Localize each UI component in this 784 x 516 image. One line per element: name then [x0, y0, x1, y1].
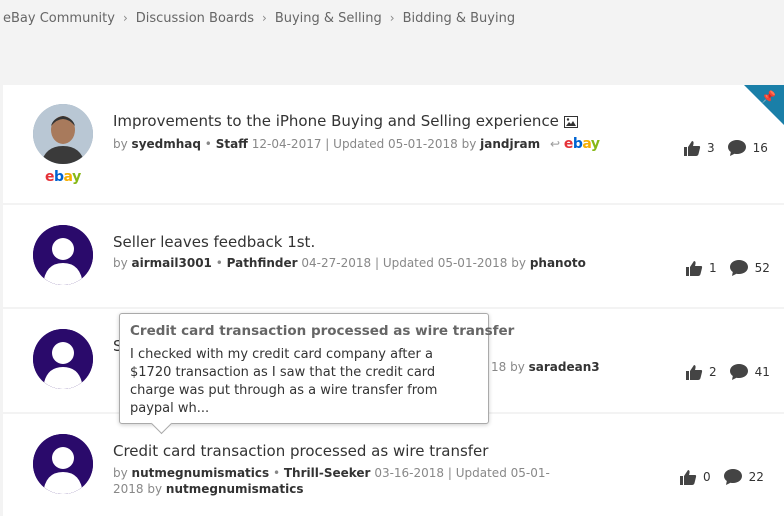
reply-arrow-icon: ↩ — [549, 137, 561, 151]
reply-count: 22 — [748, 470, 764, 484]
thread-meta: by nutmegnumismatics • Thrill-Seeker 03-… — [113, 466, 550, 496]
comment-icon[interactable] — [727, 139, 747, 157]
reply-count: 41 — [754, 365, 770, 379]
thumbs-up-icon[interactable] — [685, 364, 703, 380]
last-user-link[interactable]: nutmegnumismatics — [166, 482, 304, 496]
default-avatar-icon — [33, 329, 93, 389]
thread-title[interactable]: Seller leaves feedback 1st. — [113, 233, 315, 251]
thumbs-up-icon[interactable] — [679, 469, 697, 485]
tooltip-body: I checked with my credit card company af… — [130, 347, 438, 416]
like-count: 3 — [707, 141, 715, 155]
thread-stats: 3 16 — [683, 139, 768, 157]
image-icon — [563, 115, 578, 128]
post-date: 12-04-2017 — [251, 137, 322, 151]
thread-row: Seller leaves feedback 1st. by airmail30… — [3, 205, 784, 307]
author-link[interactable]: airmail3001 — [132, 256, 212, 270]
last-user-link[interactable]: jandjram — [480, 137, 540, 151]
author-rank: Thrill-Seeker — [283, 466, 371, 480]
comment-icon[interactable] — [729, 259, 749, 277]
author-link[interactable]: syedmhaq — [132, 137, 201, 151]
reply-count: 16 — [752, 141, 768, 155]
thread-meta: by syedmhaq • Staff 12-04-2017 | Updated… — [113, 136, 600, 152]
like-count: 0 — [703, 470, 711, 484]
comment-icon[interactable] — [729, 363, 749, 381]
avatar[interactable] — [33, 434, 93, 494]
author-rank: Pathfinder — [226, 256, 298, 270]
avatar[interactable] — [33, 104, 93, 164]
last-user-link[interactable]: phanoto — [530, 256, 586, 270]
breadcrumb-item-bidding-buying[interactable]: Bidding & Buying — [403, 11, 516, 26]
ebay-logo-icon: ebay — [45, 169, 81, 185]
thread-stats: 2 41 — [685, 363, 770, 381]
like-count: 2 — [709, 365, 717, 379]
ebay-logo-icon: ebay — [563, 136, 600, 152]
breadcrumb-item-buying-selling[interactable]: Buying & Selling — [275, 11, 382, 26]
default-avatar-icon — [33, 225, 93, 285]
breadcrumb: eBay Community › Discussion Boards › Buying … — [3, 11, 515, 26]
thumbs-up-icon[interactable] — [683, 140, 701, 156]
pin-icon: 📌 — [761, 90, 776, 104]
author-link[interactable]: nutmegnumismatics — [132, 466, 270, 480]
thread-title[interactable]: Improvements to the iPhone Buying and Se… — [113, 112, 559, 130]
chevron-right-icon: › — [262, 11, 267, 25]
thread-row: ebay Improvements to the iPhone Buying a… — [3, 85, 784, 203]
default-avatar-icon — [33, 434, 93, 494]
thread-stats: 1 52 — [685, 259, 770, 277]
thread-title[interactable]: Credit card transaction processed as wir… — [113, 442, 488, 460]
thread-meta: 18 by saradean3 — [491, 360, 600, 374]
author-rank: Staff — [215, 137, 248, 151]
thread-stats: 0 22 — [679, 468, 764, 486]
user-photo-icon — [33, 104, 93, 164]
reply-count: 52 — [754, 261, 770, 275]
thread-row: Credit card transaction processed as wir… — [3, 414, 784, 516]
breadcrumb-item-community[interactable]: eBay Community — [3, 11, 115, 26]
post-date: 03-16-2018 — [374, 466, 445, 480]
avatar[interactable] — [33, 225, 93, 285]
tooltip-title: Credit card transaction processed as wir… — [130, 323, 515, 339]
like-count: 1 — [709, 261, 717, 275]
thread-preview-tooltip: Credit card transaction processed as wir… — [119, 313, 514, 435]
chevron-right-icon: › — [389, 11, 395, 25]
avatar[interactable] — [33, 329, 93, 389]
breadcrumb-item-boards[interactable]: Discussion Boards — [136, 11, 254, 26]
post-date: 04-27-2018 — [301, 256, 372, 270]
chevron-right-icon: › — [122, 11, 128, 25]
comment-icon[interactable] — [723, 468, 743, 486]
last-user-link[interactable]: saradean3 — [529, 360, 600, 374]
thread-meta: by airmail3001 • Pathfinder 04-27-2018 |… — [113, 256, 586, 270]
thumbs-up-icon[interactable] — [685, 260, 703, 276]
